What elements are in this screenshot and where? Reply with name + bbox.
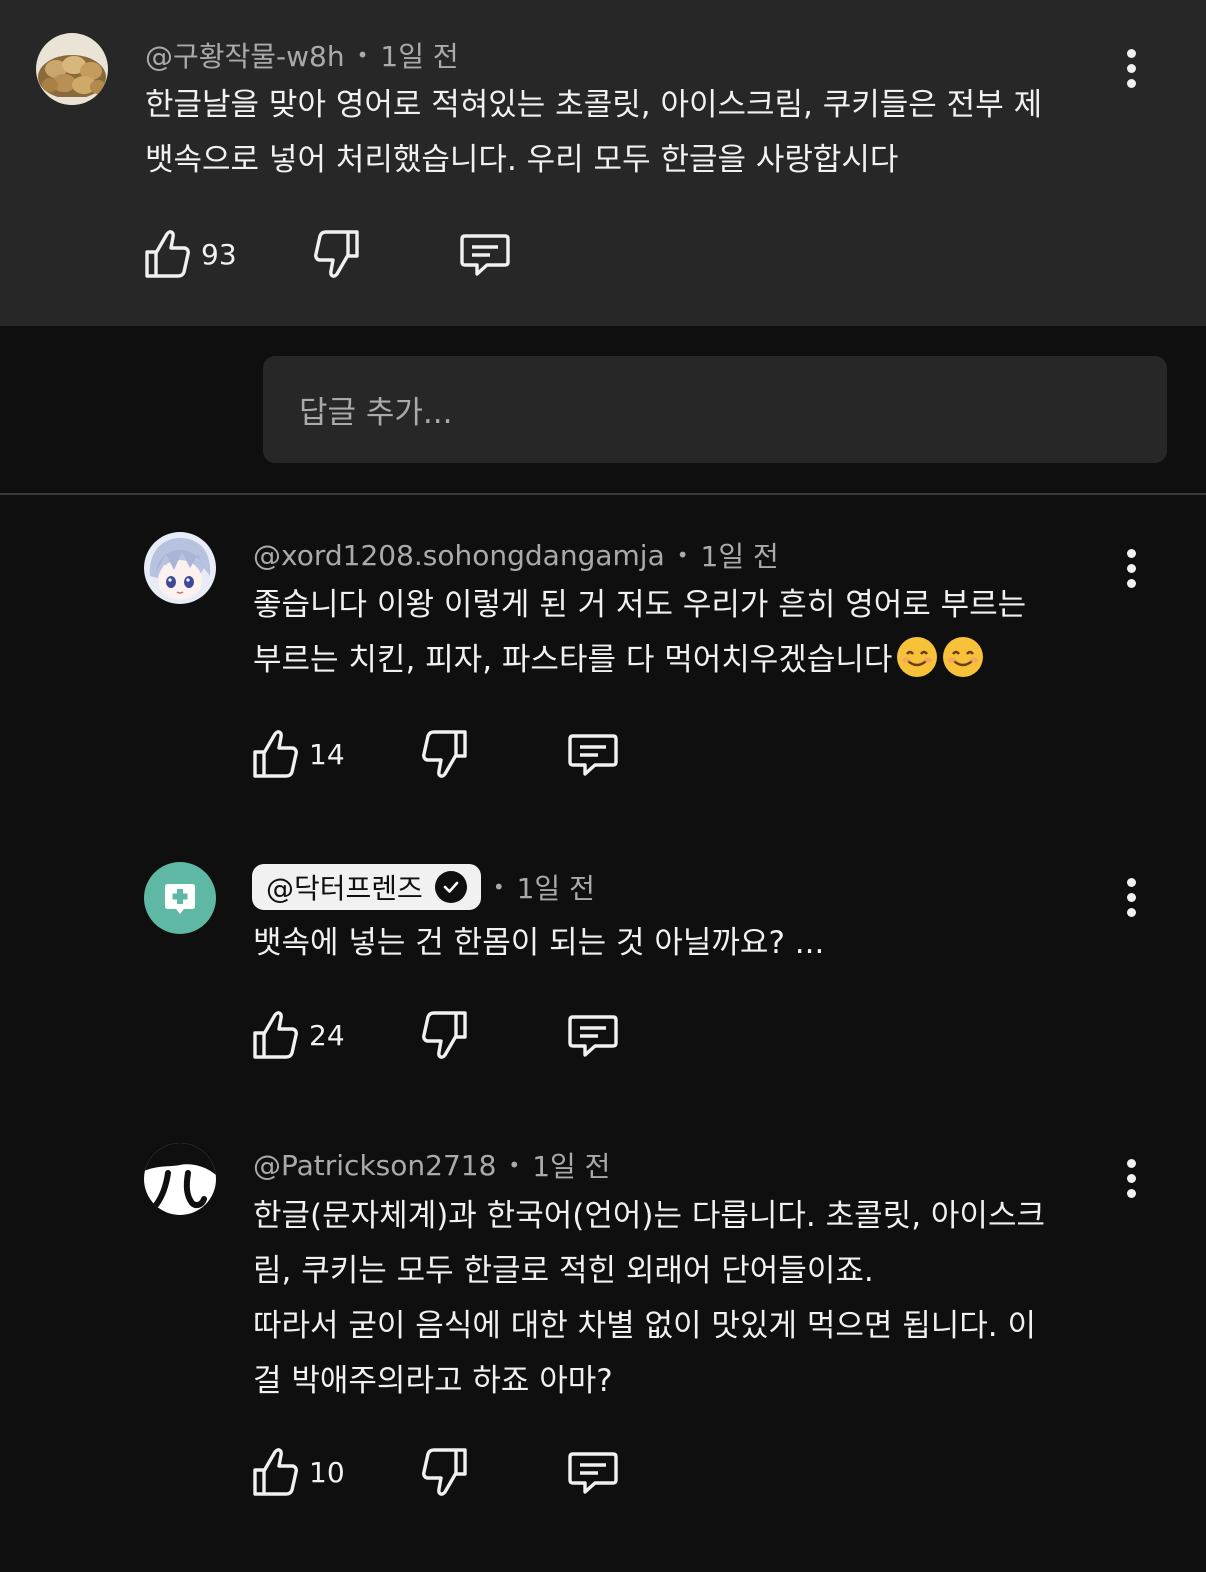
like-button[interactable]: 24 bbox=[251, 1007, 345, 1063]
comment-text: 한글날을 맞아 영어로 적혀있는 초콜릿, 아이스크림, 쿠키들은 전부 제 뱃… bbox=[145, 87, 1043, 178]
thumbs-down-icon bbox=[422, 1448, 467, 1496]
dislike-button[interactable] bbox=[421, 726, 469, 782]
dislike-button[interactable] bbox=[313, 226, 361, 282]
comment-actions: 93 bbox=[143, 226, 543, 282]
reply-input-placeholder: 답글 추가... bbox=[299, 395, 453, 431]
comment-timestamp[interactable]: 1일 전 bbox=[517, 867, 595, 907]
more-options-icon[interactable] bbox=[1111, 1148, 1151, 1208]
channel-owner-badge[interactable]: @닥터프렌즈 bbox=[252, 864, 481, 910]
dislike-button[interactable] bbox=[421, 1444, 469, 1500]
comment-author-handle[interactable]: @Patrickson2718 bbox=[253, 1149, 496, 1182]
verified-check-icon bbox=[434, 871, 467, 903]
more-options-icon[interactable] bbox=[1111, 538, 1151, 598]
like-button[interactable]: 14 bbox=[251, 726, 345, 782]
comment-author-handle[interactable]: @xord1208.sohongdangamja bbox=[253, 539, 665, 572]
pi-symbol-avatar[interactable] bbox=[144, 1143, 216, 1215]
highlighted-comment: @구황작물-w8h • 1일 전 한글날을 맞아 영어로 적혀있는 초콜릿, 아… bbox=[0, 0, 1206, 326]
like-button[interactable]: 93 bbox=[143, 226, 237, 282]
dislike-button[interactable] bbox=[421, 1007, 469, 1063]
separator-dot: • bbox=[356, 43, 369, 67]
comment-text: 뱃속에 넣는 건 한몸이 되는 것 아닐까요? ... bbox=[253, 925, 825, 961]
reply-input[interactable]: 답글 추가... bbox=[263, 356, 1167, 463]
comment-text: 한글(문자체계)과 한국어(언어)는 다릅니다. 초콜릿, 아이스크 림, 쿠키… bbox=[253, 1198, 1045, 1399]
thumbs-down-icon bbox=[314, 230, 359, 278]
anime-character-avatar[interactable] bbox=[144, 532, 216, 604]
like-count: 10 bbox=[309, 1455, 345, 1489]
thumbs-up-icon bbox=[253, 730, 298, 778]
smiling-face-icon bbox=[897, 637, 938, 677]
comment-actions: 14 bbox=[251, 726, 651, 782]
medical-plus-avatar[interactable] bbox=[144, 862, 216, 934]
comment-timestamp[interactable]: 1일 전 bbox=[701, 535, 779, 575]
comment-meta: @Patrickson2718 • 1일 전 bbox=[253, 1145, 610, 1185]
thumbs-up-icon bbox=[253, 1448, 298, 1496]
comment-timestamp[interactable]: 1일 전 bbox=[532, 1145, 610, 1185]
separator-dot: • bbox=[676, 543, 689, 567]
comment-meta: @xord1208.sohongdangamja • 1일 전 bbox=[253, 535, 779, 575]
thumbs-up-icon bbox=[253, 1011, 298, 1059]
comment-meta: @구황작물-w8h • 1일 전 bbox=[145, 35, 459, 75]
thumbs-up-icon bbox=[145, 230, 190, 278]
smiling-face-icon bbox=[943, 637, 984, 677]
more-options-icon[interactable] bbox=[1111, 38, 1151, 98]
comment-timestamp[interactable]: 1일 전 bbox=[380, 35, 458, 75]
like-count: 93 bbox=[201, 237, 237, 271]
reply-button[interactable] bbox=[567, 1007, 619, 1063]
reply-comment-icon bbox=[568, 1015, 618, 1057]
comment-author-handle: @닥터프렌즈 bbox=[266, 872, 423, 905]
comment-actions: 10 bbox=[251, 1444, 651, 1500]
reply-button[interactable] bbox=[567, 1444, 619, 1500]
comment-actions: 24 bbox=[251, 1007, 651, 1063]
thumbs-down-icon bbox=[422, 730, 467, 778]
reply-comment-icon bbox=[568, 734, 618, 776]
comment-meta: @닥터프렌즈 • 1일 전 bbox=[252, 864, 595, 910]
reply-button[interactable] bbox=[567, 726, 619, 782]
separator-dot: • bbox=[492, 875, 505, 899]
thumbs-down-icon bbox=[422, 1011, 467, 1059]
reply-comment-icon bbox=[568, 1452, 618, 1494]
like-button[interactable]: 10 bbox=[251, 1444, 345, 1500]
like-count: 24 bbox=[309, 1018, 345, 1052]
reply-button[interactable] bbox=[459, 226, 511, 282]
potatoes-avatar[interactable] bbox=[36, 33, 108, 105]
comment-author-handle[interactable]: @구황작물-w8h bbox=[145, 35, 345, 75]
comment-text: 좋습니다 이왕 이렇게 된 거 저도 우리가 흔히 영어로 부르는 부르는 치킨… bbox=[253, 578, 1133, 688]
like-count: 14 bbox=[309, 737, 345, 771]
divider bbox=[0, 493, 1206, 495]
reply-comment-icon bbox=[460, 234, 510, 276]
more-options-icon[interactable] bbox=[1111, 867, 1151, 927]
separator-dot: • bbox=[508, 1153, 521, 1177]
